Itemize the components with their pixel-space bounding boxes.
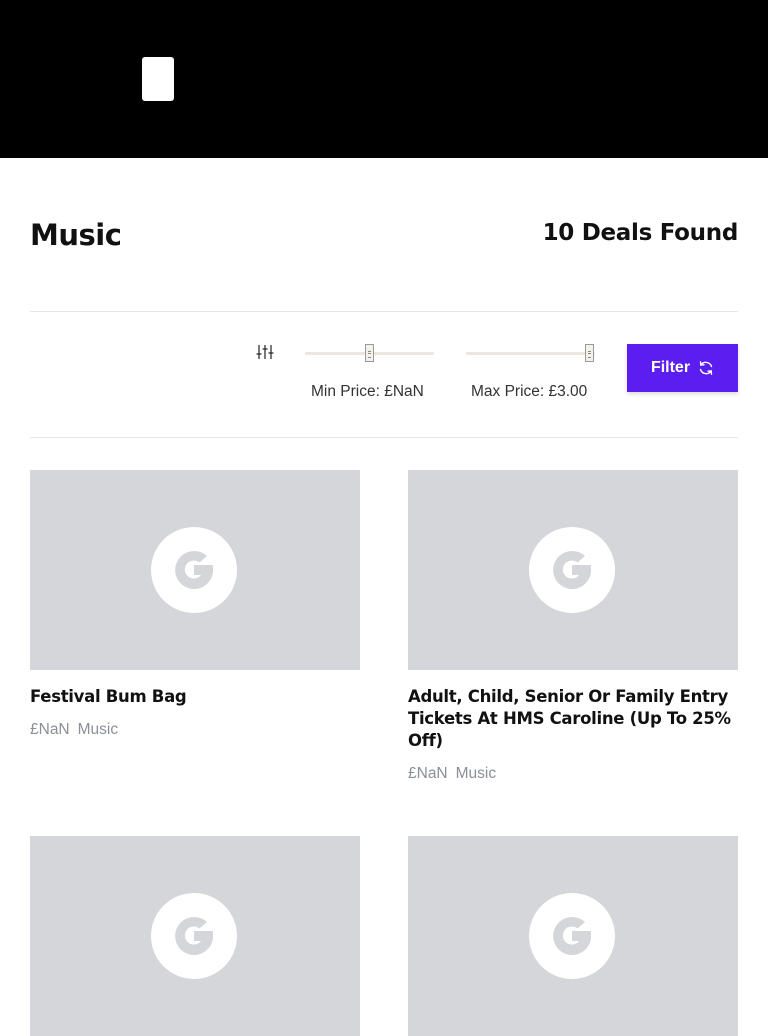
brand-g-icon <box>529 527 615 613</box>
deal-category[interactable]: Music <box>456 765 496 782</box>
deal-image-placeholder[interactable] <box>30 836 360 1036</box>
deal-card[interactable] <box>30 836 360 1036</box>
page-title: Music <box>30 218 122 252</box>
deal-meta: £NaN Music <box>408 765 738 783</box>
deals-count: 10 Deals Found <box>542 220 739 246</box>
deal-image-placeholder[interactable] <box>30 470 360 670</box>
deal-meta: £NaN Music <box>30 721 360 739</box>
max-price-slider[interactable] <box>466 344 595 364</box>
divider-bottom <box>30 437 738 438</box>
deal-image-placeholder[interactable] <box>408 470 738 670</box>
filter-button-label: Filter <box>650 359 691 376</box>
divider-top <box>30 311 738 312</box>
min-price-handle[interactable] <box>365 344 374 362</box>
min-price-slider[interactable] <box>305 344 434 364</box>
deal-card[interactable] <box>408 836 738 1036</box>
site-logo[interactable] <box>142 57 174 101</box>
deal-title[interactable]: Adult, Child, Senior Or Family Entry Tic… <box>408 686 738 752</box>
deal-price: £NaN <box>30 721 70 738</box>
site-header <box>0 0 768 158</box>
max-price-track <box>466 352 595 355</box>
max-price-label: Max Price: £3.00 <box>471 383 588 400</box>
deal-card[interactable]: Adult, Child, Senior Or Family Entry Tic… <box>408 470 738 783</box>
deal-category[interactable]: Music <box>78 721 118 738</box>
refresh-icon <box>699 361 713 375</box>
brand-g-icon <box>151 893 237 979</box>
brand-g-icon <box>529 893 615 979</box>
filter-button[interactable]: Filter <box>627 344 738 392</box>
brand-g-icon <box>151 527 237 613</box>
deal-card[interactable]: Festival Bum Bag £NaN Music <box>30 470 360 739</box>
min-price-label: Min Price: £NaN <box>311 383 424 400</box>
sliders-icon <box>256 345 274 359</box>
deal-image-placeholder[interactable] <box>408 836 738 1036</box>
deal-price: £NaN <box>408 765 448 782</box>
deal-title[interactable]: Festival Bum Bag <box>30 686 360 708</box>
max-price-handle[interactable] <box>585 344 594 362</box>
